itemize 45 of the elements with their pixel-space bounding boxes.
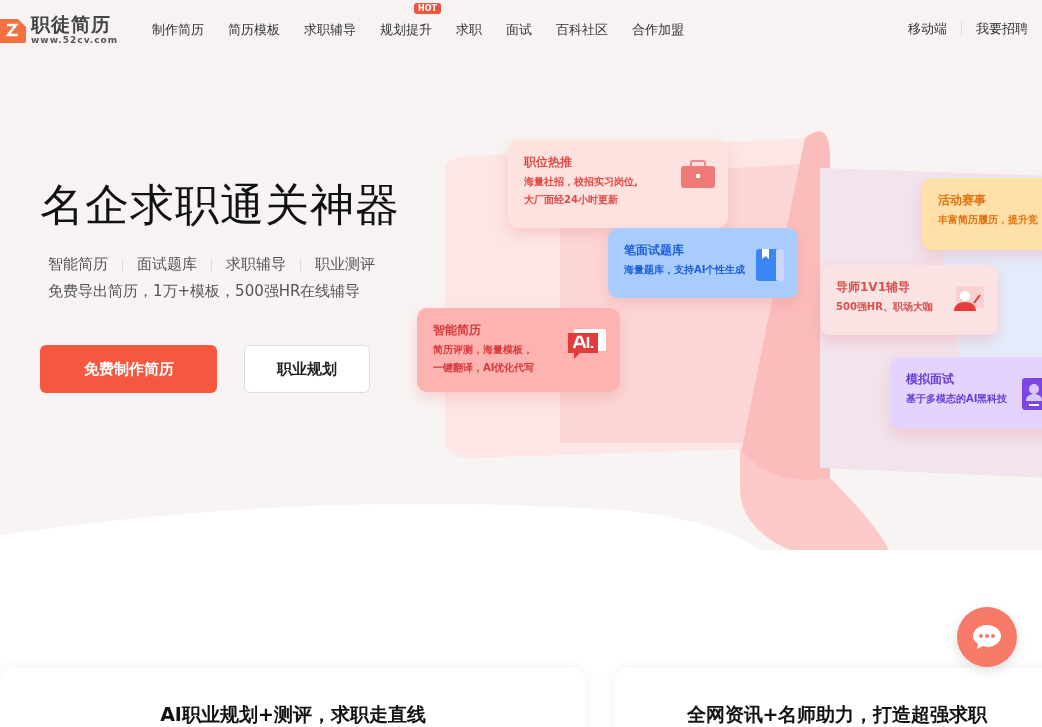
nav-link[interactable]: 面试 — [506, 22, 532, 37]
nav-link[interactable]: 规划提升 — [380, 22, 432, 37]
card-title: 活动赛事 — [938, 192, 987, 209]
card-title: 智能简历 — [433, 322, 482, 339]
book-icon — [754, 248, 786, 282]
card-title: 笔面试题库 — [624, 242, 685, 259]
nav-link[interactable]: 简历模板 — [228, 22, 280, 37]
feature-label: 面试题库 — [137, 255, 197, 274]
nav-link[interactable]: 求职 — [456, 22, 482, 37]
hot-badge: HOT — [414, 3, 441, 14]
nav-link[interactable]: 制作简历 — [152, 22, 204, 37]
chat-button[interactable] — [957, 607, 1017, 667]
card-description: 海量题库，支持AI个性生成 — [624, 263, 746, 277]
card-description: 大厂面经24小时更新 — [524, 193, 619, 207]
card-description: 基于多模态的AI黑科技 — [906, 392, 1008, 406]
card-description: 丰富简历履历，提升竞 — [938, 213, 1038, 227]
briefcase-icon — [680, 160, 716, 190]
person-icon — [952, 285, 986, 313]
speech-bubble-icon — [566, 328, 608, 362]
card-description: 一键翻译，AI优化代写 — [433, 361, 535, 375]
nav-link[interactable]: 百科社区 — [556, 22, 608, 37]
card-title: 导师1V1辅导 — [836, 279, 911, 296]
feature-card[interactable]: 笔面试题库 海量题库，支持AI个性生成 — [608, 228, 798, 298]
feature-label: 求职辅导 — [226, 255, 286, 274]
logo-name: 职徒简历 — [31, 13, 112, 35]
feature-label: 职业测评 — [315, 255, 375, 274]
nav-link[interactable]: 求职辅导 — [304, 22, 356, 37]
section-title: 全网资讯+名师助力，打造超强求职 — [686, 702, 988, 727]
nav-link[interactable]: 移动端 — [908, 20, 947, 38]
nav-link[interactable]: 合作加盟 — [632, 22, 684, 37]
feature-card[interactable]: 模拟面试 基于多模态的AI黑科技 — [890, 357, 1042, 429]
profile-icon — [1020, 377, 1042, 411]
card-description: 海量社招，校招实习岗位, — [524, 175, 638, 189]
nav-link[interactable]: 我要招聘 — [976, 20, 1028, 38]
section-title: AI职业规划+测评，求职走直线 — [160, 702, 426, 727]
hero-subtitle: 免费导出简历，1万+模板，500强HR在线辅导 — [48, 282, 362, 301]
hero-title: 名企求职通关神器 — [40, 178, 401, 232]
feature-label: 智能简历 — [48, 255, 108, 274]
card-title: 职位热推 — [524, 154, 573, 171]
career-plan-button[interactable]: 职业规划 — [244, 345, 370, 393]
card-description: 简历评测，海量模板， — [433, 343, 534, 357]
chat-icon — [972, 624, 1002, 650]
card-description: 500强HR、职场大咖 — [836, 300, 933, 314]
card-title: 模拟面试 — [906, 371, 955, 388]
logo-url: www.52cv.com — [31, 35, 119, 45]
